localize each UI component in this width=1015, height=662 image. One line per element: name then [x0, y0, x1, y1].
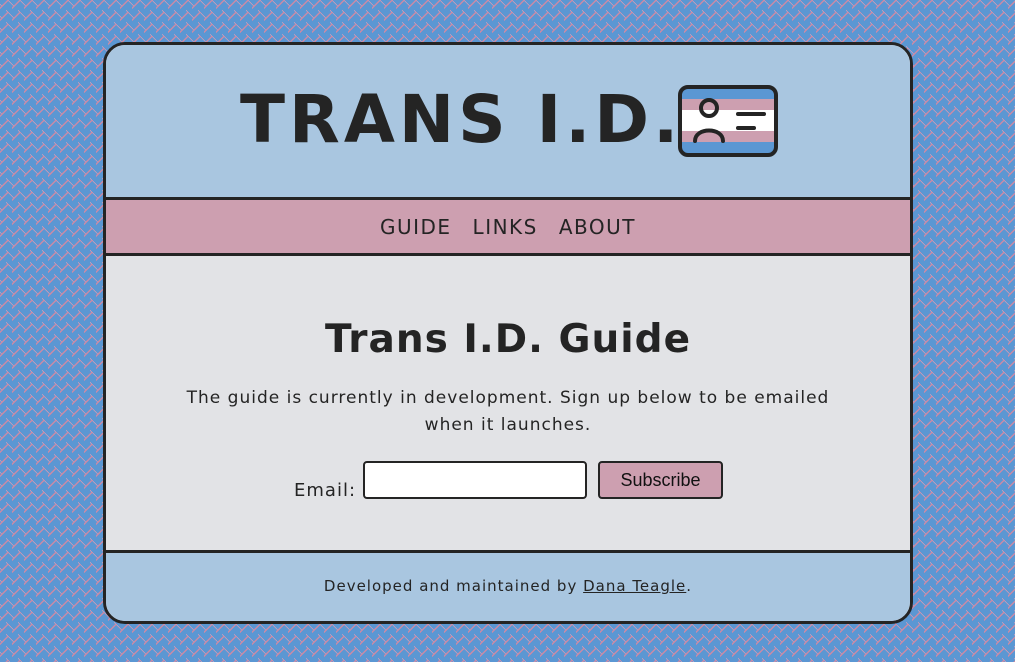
nav-link-about[interactable]: ABOUT: [559, 215, 636, 239]
nav-link-links[interactable]: LINKS: [473, 215, 538, 239]
site-card: TRANS I.D. GUIDE LINKS ABOUT Trans I.D. …: [103, 42, 913, 624]
site-title: TRANS I.D.: [240, 81, 683, 158]
email-label: Email:: [294, 480, 357, 501]
page-title: Trans I.D. Guide: [324, 317, 692, 362]
footer-credit-suffix: .: [686, 577, 693, 595]
nav-link-guide[interactable]: GUIDE: [380, 215, 452, 239]
footer-credit-prefix: Developed and maintained by: [323, 577, 578, 595]
main-nav: GUIDE LINKS ABOUT: [106, 200, 910, 256]
site-header: TRANS I.D.: [106, 45, 910, 200]
author-link[interactable]: Dana Teagle: [583, 577, 686, 595]
main-content: Trans I.D. Guide The guide is currently …: [106, 256, 910, 553]
subscribe-button[interactable]: Subscribe: [598, 461, 723, 499]
intro-text: The guide is currently in development. S…: [186, 388, 830, 435]
site-footer: Developed and maintained by Dana Teagle.: [106, 553, 910, 621]
footer-text: Developed and maintained by Dana Teagle.: [106, 575, 910, 597]
email-field[interactable]: [363, 461, 587, 499]
id-card-icon: [678, 85, 778, 157]
